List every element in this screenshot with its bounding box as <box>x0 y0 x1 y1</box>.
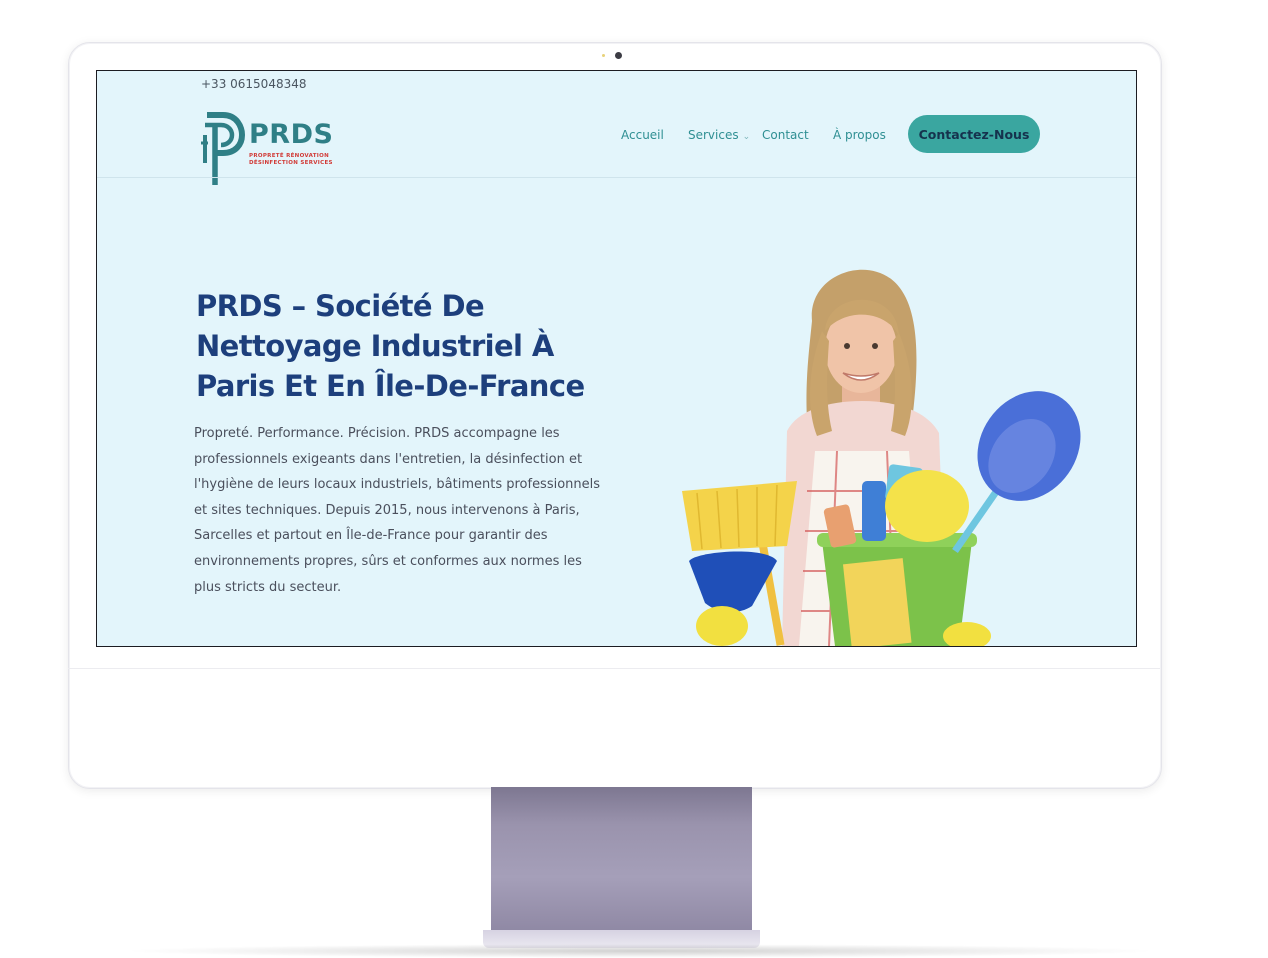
header-divider <box>97 177 1136 178</box>
logo-tagline-1: PROPRETÉ RÉNOVATION <box>249 153 330 159</box>
nav-link-contact[interactable]: Contact <box>762 128 809 142</box>
website-screen: +33 0615048348 PRDS PROPRETÉ RÉNOVATION … <box>96 70 1137 647</box>
hero-title: PRDS – Société De Nettoyage Industriel À… <box>196 289 585 403</box>
nav-link-accueil[interactable]: Accueil <box>621 128 664 142</box>
logo-tagline-2: DÉSINFECTION SERVICES <box>249 160 333 166</box>
contact-cta-button[interactable]: Contactez-Nous <box>908 115 1040 153</box>
nav-link-a-propos[interactable]: À propos <box>833 128 886 142</box>
cleaning-woman-illustration <box>682 269 1081 646</box>
camera-led-icon <box>602 54 605 57</box>
monitor-stand <box>491 787 752 937</box>
camera-icon <box>615 52 622 59</box>
chevron-down-icon: ⌄ <box>742 132 751 142</box>
nav-link-services-label: Services <box>688 128 739 142</box>
hero-description: Propreté. Performance. Précision. PRDS a… <box>194 426 601 595</box>
logo-wordmark: PRDS <box>249 119 334 150</box>
monitor-chin-divider <box>68 668 1160 669</box>
nav-link-services[interactable]: Services ⌄ <box>688 128 750 142</box>
floor-shadow <box>120 944 1160 958</box>
topbar-phone[interactable]: +33 0615048348 <box>201 77 307 91</box>
